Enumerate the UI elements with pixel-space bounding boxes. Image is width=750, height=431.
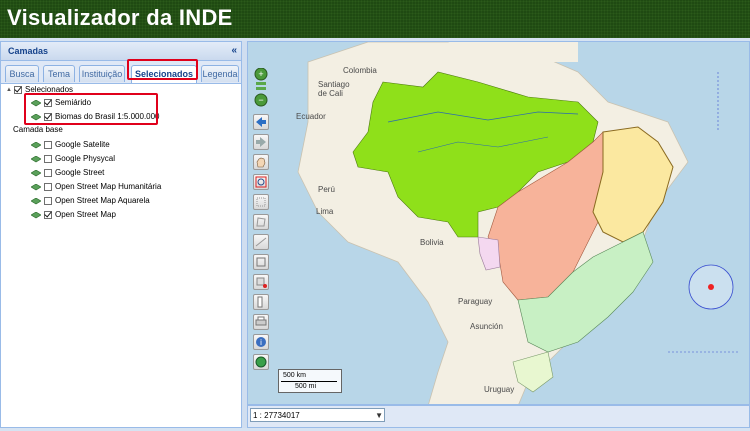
tab-busca[interactable]: Busca [5, 65, 39, 82]
forward-icon[interactable] [253, 134, 269, 150]
layer-stack-icon [31, 141, 41, 148]
svg-text:i: i [260, 338, 262, 347]
map-label-cali: Santiago de Cali [318, 80, 350, 98]
svg-text:−: − [258, 95, 263, 105]
layer-stack-icon [31, 211, 41, 218]
layer-stack-icon [31, 169, 41, 176]
tab-tema[interactable]: Tema [43, 65, 75, 82]
island-marker [708, 284, 714, 290]
tree-label: Camada base [13, 125, 63, 134]
checkbox-google-physycal[interactable] [44, 155, 52, 163]
tab-highlight-box [127, 59, 198, 80]
layer-label: Google Satelite [55, 140, 110, 149]
checkbox-osm-aquarela[interactable] [44, 197, 52, 205]
map-label-asuncion: Asunción [470, 322, 503, 331]
tab-instituicao[interactable]: Instituição [79, 65, 125, 82]
scale-mi-label: 500 mi [295, 383, 317, 390]
layer-stack-icon [31, 155, 41, 162]
map-label-lima: Lima [316, 207, 334, 216]
print-icon[interactable] [253, 314, 269, 330]
layer-google-physycal[interactable]: Google Physycal [31, 153, 115, 165]
scale-bar: 500 km 500 mi [278, 369, 342, 393]
map-viewport[interactable]: Colombia Santiago de Cali Ecuador Perú L… [247, 41, 750, 405]
layer-stack-icon [31, 197, 41, 204]
layer-google-street[interactable]: Google Street [31, 167, 104, 179]
scale-line [281, 381, 337, 382]
scale-dropdown[interactable]: 1 : 27734017 ▼ [250, 408, 385, 422]
map-label-uruguay: Uruguay [484, 385, 515, 394]
checkbox-selecionados[interactable] [14, 86, 22, 94]
measure-line-icon[interactable] [253, 234, 269, 250]
chevron-down-icon[interactable]: ▼ [375, 409, 383, 422]
selection-highlight-box [24, 93, 158, 125]
clear-icon[interactable] [253, 274, 269, 290]
ruler-icon[interactable] [253, 294, 269, 310]
tab-legenda[interactable]: Legenda [201, 65, 239, 82]
map-label-bolivia: Bolivia [420, 238, 444, 247]
map-toolbar: + − i [253, 68, 271, 374]
layer-osm-humanitaria[interactable]: Open Street Map Humanitária [31, 181, 161, 193]
select-icon[interactable] [253, 194, 269, 210]
measure-area-icon[interactable] [253, 254, 269, 270]
draw-polygon-icon[interactable] [253, 214, 269, 230]
svg-text:+: + [258, 69, 263, 79]
layer-osm[interactable]: Open Street Map [31, 209, 116, 221]
collapse-arrow-icon[interactable]: ▲ [6, 84, 13, 96]
map-label-ecuador: Ecuador [296, 112, 326, 121]
panel-title: Camadas [8, 46, 49, 56]
panel-header: Camadas « [1, 42, 241, 61]
app-header: Visualizador da INDE [0, 0, 750, 38]
map-label-colombia: Colombia [343, 66, 377, 75]
layer-google-satelite[interactable]: Google Satelite [31, 139, 110, 151]
back-icon[interactable] [253, 114, 269, 130]
collapse-panel-icon[interactable]: « [231, 42, 237, 60]
tree-node-camada-base[interactable]: Camada base [13, 124, 63, 136]
scale-km-label: 500 km [283, 372, 306, 379]
checkbox-osm-humanitaria[interactable] [44, 183, 52, 191]
globe-icon[interactable] [253, 354, 269, 370]
panel-tabs: Busca Tema Instituição Selecionados Lege… [1, 61, 241, 84]
scale-value: 1 : 27734017 [253, 411, 300, 420]
layer-osm-aquarela[interactable]: Open Street Map Aquarela [31, 195, 150, 207]
checkbox-osm[interactable] [44, 211, 52, 219]
layer-label: Open Street Map Aquarela [55, 196, 150, 205]
info-icon[interactable]: i [253, 334, 269, 350]
layer-label: Open Street Map [55, 210, 116, 219]
zoom-slider-icon[interactable]: + − [253, 68, 269, 108]
app-title: Visualizador da INDE [7, 5, 233, 30]
checkbox-google-street[interactable] [44, 169, 52, 177]
map-label-peru: Perú [318, 185, 335, 194]
layer-stack-icon [31, 183, 41, 190]
layer-label: Google Street [55, 168, 105, 177]
checkbox-google-satelite[interactable] [44, 141, 52, 149]
map-label-paraguay: Paraguay [458, 297, 493, 306]
pan-icon[interactable] [253, 154, 269, 170]
zoom-box-icon[interactable] [253, 174, 269, 190]
status-bar: 1 : 27734017 ▼ [247, 405, 750, 428]
layer-label: Open Street Map Humanitária [55, 182, 162, 191]
layer-label: Google Physycal [55, 154, 116, 163]
